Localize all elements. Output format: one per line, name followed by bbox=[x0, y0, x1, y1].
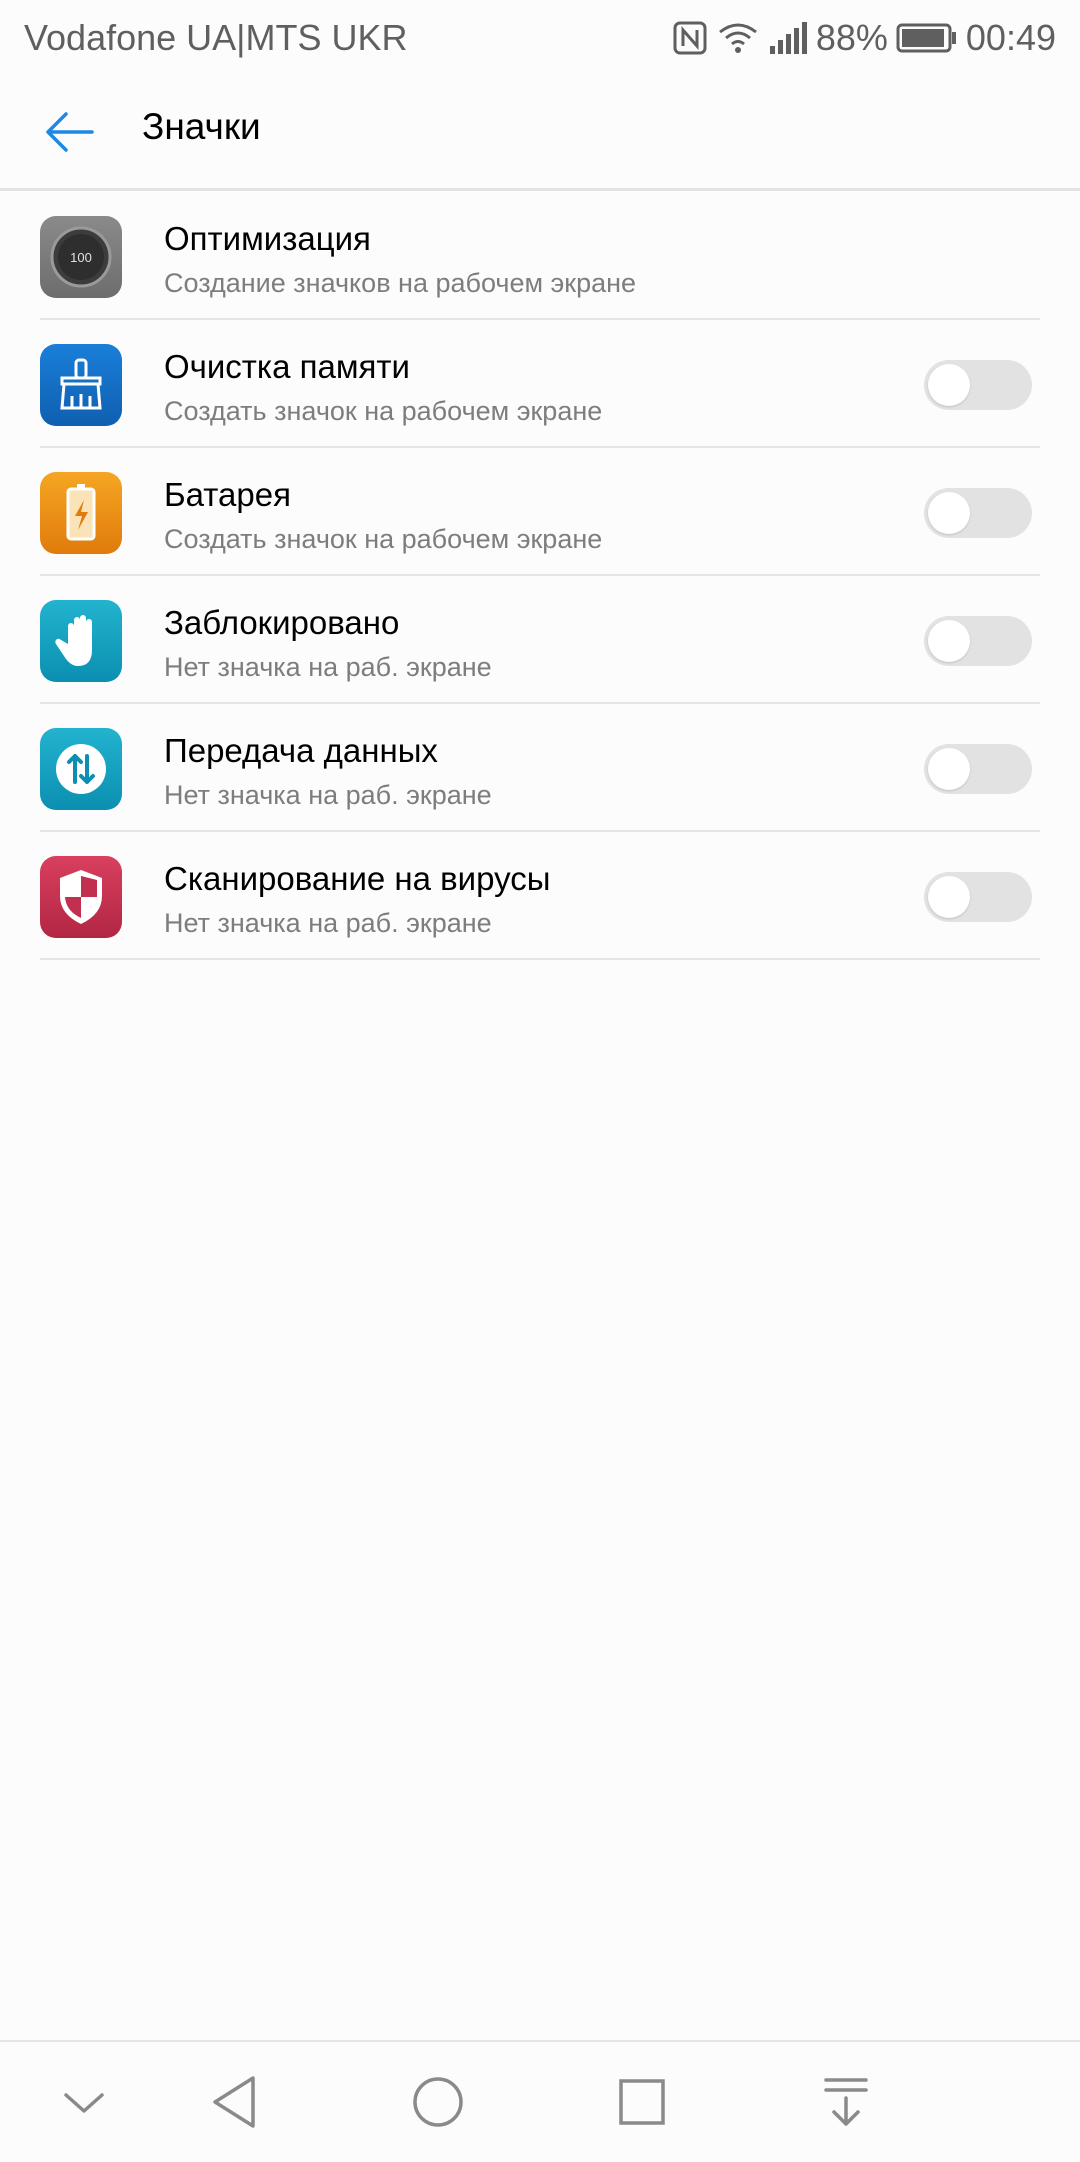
recents-square-icon bbox=[619, 2079, 665, 2125]
clock: 00:49 bbox=[965, 17, 1056, 58]
notification-pull-icon bbox=[824, 2078, 868, 2126]
hand-block-icon bbox=[40, 600, 122, 682]
app-bar-divider bbox=[0, 188, 1080, 191]
arrow-left-icon bbox=[46, 112, 94, 152]
status-bar: Vodafone UA|MTS UKR 88% 00:49 bbox=[0, 0, 1080, 76]
blocked-toggle[interactable] bbox=[924, 616, 1032, 666]
back-triangle-icon bbox=[213, 2076, 255, 2128]
memory-cleanup-toggle[interactable] bbox=[924, 360, 1032, 410]
nav-back-button[interactable] bbox=[192, 2060, 276, 2144]
toggle-knob bbox=[928, 364, 970, 406]
list-item-subtitle: Создать значок на рабочем экране bbox=[164, 396, 603, 426]
wifi-icon bbox=[718, 23, 757, 53]
list-item-title: Заблокировано bbox=[164, 604, 400, 641]
collapse-chevron-icon bbox=[64, 2093, 104, 2113]
list-item-title: Передача данных bbox=[164, 732, 438, 769]
list-item-data-transfer[interactable]: Передача данных Нет значка на раб. экран… bbox=[0, 704, 1080, 832]
broom-icon bbox=[40, 344, 122, 426]
list-item-title: Очистка памяти bbox=[164, 348, 410, 385]
list-item-title: Оптимизация bbox=[164, 220, 371, 257]
home-circle-icon bbox=[413, 2077, 463, 2127]
toggle-knob bbox=[928, 876, 970, 918]
shield-icon bbox=[40, 856, 122, 938]
toggle-knob bbox=[928, 620, 970, 662]
navigation-bar bbox=[0, 2040, 1080, 2162]
list-item-battery[interactable]: Батарея Создать значок на рабочем экране bbox=[0, 448, 1080, 576]
optimization-score: 100 bbox=[70, 250, 92, 265]
list-item-subtitle: Нет значка на раб. экране bbox=[164, 780, 492, 810]
list-item-optimization[interactable]: 100 Оптимизация Создание значков на рабо… bbox=[0, 192, 1080, 320]
nav-notifications-button[interactable] bbox=[804, 2060, 888, 2144]
data-transfer-toggle[interactable] bbox=[924, 744, 1032, 794]
battery-bolt-icon bbox=[40, 472, 122, 554]
nfc-icon bbox=[673, 21, 707, 55]
list-item-subtitle: Нет значка на раб. экране bbox=[164, 908, 492, 938]
nav-recents-button[interactable] bbox=[600, 2060, 684, 2144]
list-item-memory-cleanup[interactable]: Очистка памяти Создать значок на рабочем… bbox=[0, 320, 1080, 448]
list-item-title: Батарея bbox=[164, 476, 291, 513]
page-title: Значки bbox=[142, 106, 261, 147]
toggle-knob bbox=[928, 492, 970, 534]
signal-icon bbox=[769, 22, 807, 54]
nav-collapse-button[interactable] bbox=[42, 2060, 126, 2144]
carrier-name: Vodafone UA|MTS UKR bbox=[24, 17, 408, 58]
list-item-subtitle: Создание значков на рабочем экране bbox=[164, 268, 637, 298]
back-button[interactable] bbox=[42, 104, 98, 160]
battery-icon bbox=[896, 23, 956, 53]
data-transfer-icon bbox=[40, 728, 122, 810]
optimization-gauge-icon: 100 bbox=[40, 216, 122, 298]
divider bbox=[40, 958, 1040, 960]
list-item-blocked[interactable]: Заблокировано Нет значка на раб. экране bbox=[0, 576, 1080, 704]
list-item-subtitle: Нет значка на раб. экране bbox=[164, 652, 492, 682]
list-item-title: Сканирование на вирусы bbox=[164, 860, 551, 897]
app-bar: Значки bbox=[0, 76, 1080, 188]
battery-percent: 88% bbox=[815, 17, 888, 58]
shortcut-list: 100 Оптимизация Создание значков на рабо… bbox=[0, 192, 1080, 960]
status-icons: 88% 00:49 bbox=[672, 17, 1056, 59]
list-item-virus-scan[interactable]: Сканирование на вирусы Нет значка на раб… bbox=[0, 832, 1080, 960]
list-item-subtitle: Создать значок на рабочем экране bbox=[164, 524, 603, 554]
battery-toggle[interactable] bbox=[924, 488, 1032, 538]
nav-home-button[interactable] bbox=[396, 2060, 480, 2144]
virus-scan-toggle[interactable] bbox=[924, 872, 1032, 922]
toggle-knob bbox=[928, 748, 970, 790]
